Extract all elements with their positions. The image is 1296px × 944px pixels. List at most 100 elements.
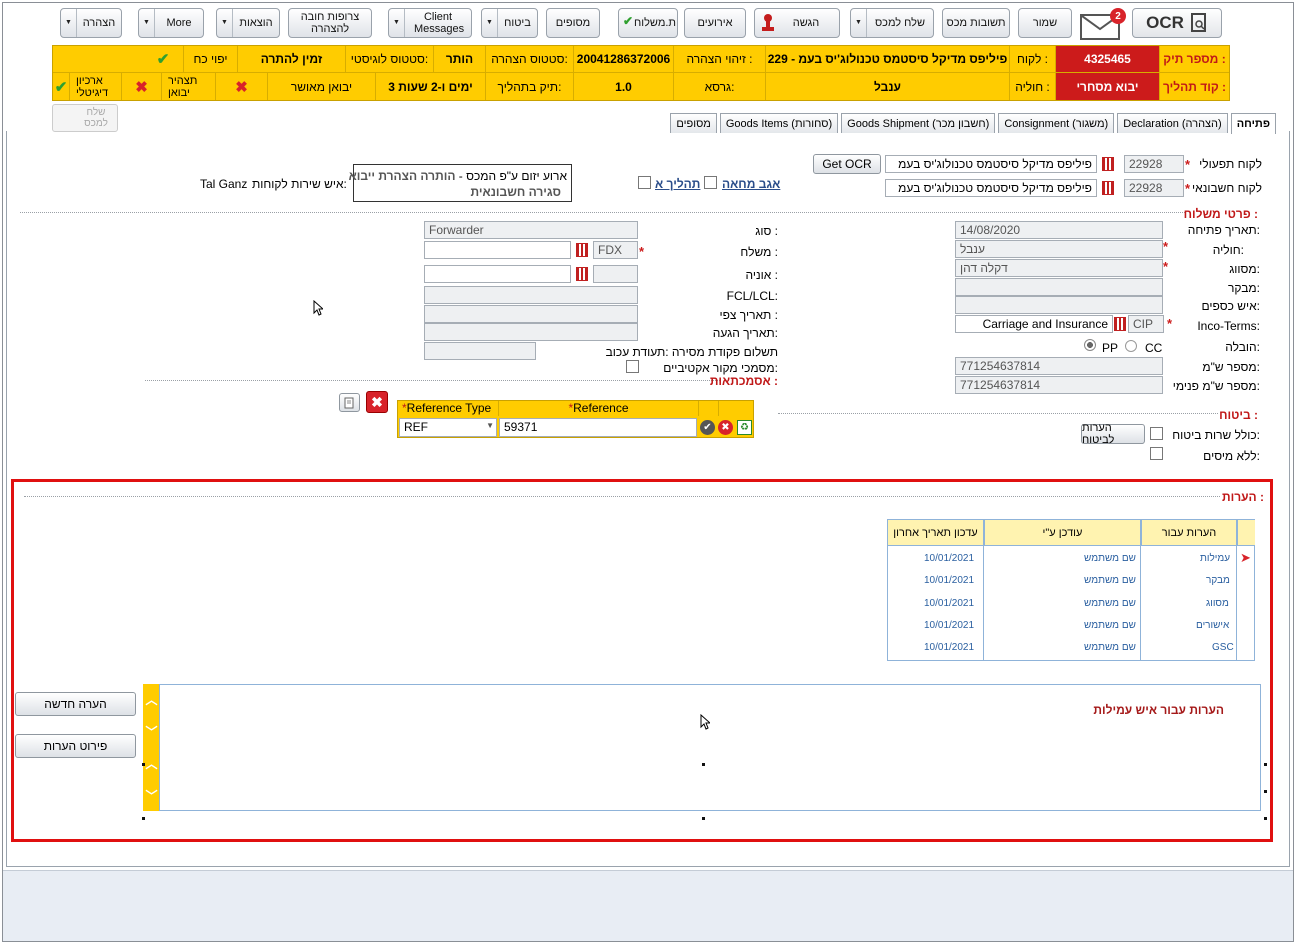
- agent-protest-checkbox[interactable]: [704, 176, 717, 189]
- chevron-up-icon[interactable]: ︿: [145, 755, 157, 772]
- required-star: *: [1167, 316, 1173, 331]
- awb-field[interactable]: 771254637814: [955, 357, 1163, 375]
- calendar-icon[interactable]: [1102, 157, 1114, 171]
- notes-scroll-strip[interactable]: ︿ ﹀ ︿ ﹀: [143, 684, 160, 811]
- fcl-field[interactable]: [424, 286, 638, 304]
- chevron-down-icon[interactable]: ▼: [61, 9, 77, 37]
- billing-client-name[interactable]: פיליפס מדיקל סיסטמס טכנולוג'יס בעמ: [885, 179, 1097, 197]
- open-date-field[interactable]: 14/08/2020: [955, 221, 1163, 239]
- chevron-down-icon[interactable]: ﹀: [145, 787, 157, 804]
- active-docs-checkbox[interactable]: [626, 360, 639, 373]
- events-label: אירועים: [697, 17, 733, 29]
- decl-id-value: 20041286372006: [573, 46, 673, 72]
- calendar-icon[interactable]: [1114, 317, 1126, 331]
- inspector-field[interactable]: [955, 278, 1163, 296]
- cancel-icon[interactable]: ✖: [718, 420, 733, 435]
- ref-type-select[interactable]: REF ▼: [399, 418, 497, 437]
- calendar-icon[interactable]: [576, 267, 588, 281]
- awb-internal-field[interactable]: 771254637814: [955, 376, 1163, 394]
- chevron-down-icon[interactable]: ﹀: [145, 723, 157, 740]
- finance-field[interactable]: [955, 296, 1163, 314]
- log-status-label: סטטוס לוגיסטי:: [345, 46, 433, 72]
- stamp-icon: [761, 13, 775, 36]
- ship-name[interactable]: [424, 265, 571, 283]
- incoterms-code[interactable]: CIP: [1128, 315, 1164, 333]
- more-button[interactable]: ▼ More: [138, 8, 204, 38]
- incoterms-name[interactable]: Carriage and Insurance: [955, 315, 1113, 333]
- divider: [778, 413, 1218, 414]
- resize-handle[interactable]: [702, 817, 705, 820]
- chevron-down-icon[interactable]: ▼: [851, 9, 867, 37]
- pp-radio[interactable]: [1084, 339, 1096, 351]
- calendar-icon[interactable]: [576, 243, 588, 257]
- type-field[interactable]: Forwarder: [424, 221, 638, 239]
- save-button[interactable]: שמור: [1018, 8, 1072, 38]
- resize-handle[interactable]: [142, 763, 145, 766]
- insurance-notes-button[interactable]: הערות לביטוח: [1081, 422, 1145, 446]
- send-to-customs-button[interactable]: ▼ שלח למכס: [850, 8, 934, 38]
- send-to-customs-disabled-button[interactable]: שלח למכס: [52, 104, 118, 132]
- customs-responses-button[interactable]: תשובות מכס: [942, 8, 1010, 38]
- insurance-button[interactable]: ▼ ביטוח: [481, 8, 538, 38]
- eta-field[interactable]: [424, 305, 638, 323]
- cc-radio[interactable]: [1125, 340, 1137, 352]
- billing-client-code[interactable]: 22928: [1124, 179, 1184, 197]
- new-note-button[interactable]: הערה חדשה: [15, 692, 136, 716]
- expenses-button[interactable]: ▼ הוצאות: [216, 8, 280, 38]
- tab-opening[interactable]: פתיחה: [1230, 113, 1276, 134]
- tab-extras[interactable]: מסופים: [670, 113, 717, 133]
- chevron-down-icon[interactable]: ▼: [482, 9, 498, 37]
- trash-icon[interactable]: ♻: [737, 420, 752, 435]
- operational-client-name[interactable]: פיליפס מדיקל סיסטמס טכנולוג'יס בעמ: [885, 155, 1097, 173]
- ocr-button[interactable]: OCR: [1132, 8, 1222, 38]
- tab-goods-items[interactable]: Goods Items (סחורות): [719, 113, 839, 133]
- resize-handle[interactable]: [1264, 817, 1267, 820]
- classified-field[interactable]: דקלה דהן: [955, 259, 1163, 277]
- arrival-field[interactable]: [424, 323, 638, 341]
- notes-detail-button[interactable]: פירוט הערות: [15, 734, 136, 758]
- chevron-down-icon[interactable]: ▼: [389, 9, 405, 37]
- t-shipper-button[interactable]: ✔ ת.משלוח: [618, 8, 678, 38]
- calendar-icon[interactable]: [1102, 181, 1114, 195]
- agent-protest-link[interactable]: אגב מחאה: [722, 177, 780, 191]
- resize-handle[interactable]: [1264, 790, 1267, 793]
- shipper-code[interactable]: FDX: [593, 241, 638, 259]
- no-taxes-checkbox[interactable]: [1150, 447, 1163, 460]
- operational-client-code[interactable]: 22928: [1124, 155, 1184, 173]
- submission-label: הגשה: [792, 17, 820, 29]
- confirm-icon[interactable]: ✔: [700, 420, 715, 435]
- copy-icon[interactable]: [339, 393, 360, 412]
- t-shipper-label: ת.משלוח: [633, 17, 677, 29]
- payment-field[interactable]: [424, 342, 536, 360]
- insurance-included-checkbox[interactable]: [1150, 427, 1163, 440]
- events-button[interactable]: אירועים: [684, 8, 746, 38]
- extras-button[interactable]: מסופים: [546, 8, 600, 38]
- required-star: *: [639, 244, 645, 259]
- delete-icon[interactable]: ✖: [366, 391, 388, 413]
- declaration-button[interactable]: ▼ הצהרה: [60, 8, 122, 38]
- resize-handle[interactable]: [142, 817, 145, 820]
- customs-event-box: ארוע יזום ע"פ המכס - הותרה הצהרת ייבוא ס…: [349, 164, 572, 202]
- shipper-name[interactable]: [424, 241, 571, 259]
- tab-goods-shipment[interactable]: Goods Shipment (חשבון מכר): [841, 113, 996, 133]
- process-a-link[interactable]: תהליך א: [655, 177, 700, 191]
- type-label: סוג :: [755, 224, 778, 238]
- tab-consignment[interactable]: Consignment (משגור): [998, 113, 1115, 133]
- ref-value-input[interactable]: 59371: [499, 418, 697, 437]
- required-attachments-button[interactable]: צרופות חובה להצהרה: [288, 8, 372, 38]
- chevron-down-icon[interactable]: ▼: [217, 9, 233, 37]
- messages-button[interactable]: 2: [1078, 8, 1126, 40]
- process-a-checkbox[interactable]: [638, 176, 651, 189]
- resize-handle[interactable]: [702, 763, 705, 766]
- submission-button[interactable]: הגשה: [754, 8, 840, 38]
- tab-declaration[interactable]: Declaration (הצהרה): [1117, 113, 1228, 133]
- chain-field[interactable]: ענבל: [955, 240, 1163, 258]
- notes-text-box[interactable]: הערות עבור איש עמילות: [159, 684, 1261, 811]
- chevron-down-icon[interactable]: ▼: [139, 9, 155, 37]
- get-ocr-button[interactable]: Get OCR: [813, 154, 881, 174]
- resize-handle[interactable]: [1264, 763, 1267, 766]
- customer-service-label: איש שירות לקוחות:: [252, 177, 347, 191]
- chevron-up-icon[interactable]: ︿: [145, 691, 157, 708]
- ship-code[interactable]: [593, 265, 638, 283]
- client-messages-button[interactable]: ▼ Client Messages: [388, 8, 472, 38]
